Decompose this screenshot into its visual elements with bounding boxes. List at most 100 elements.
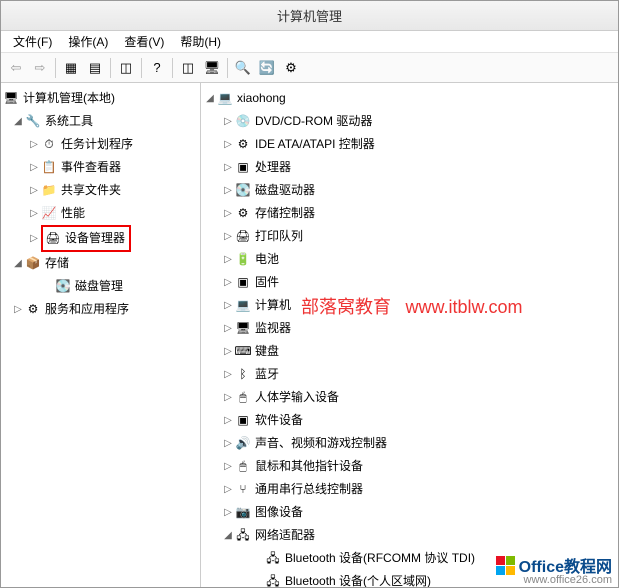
menu-file[interactable]: 文件(F) — [7, 31, 58, 52]
tree-item[interactable]: ▷🖱人体学输入设备 — [203, 386, 616, 409]
tree-label[interactable]: 电池 — [253, 248, 281, 271]
tree-label[interactable]: xiaohong — [235, 87, 288, 110]
expand-icon[interactable]: ▷ — [11, 299, 25, 320]
device-network-adapters[interactable]: ◢ 🖧 网络适配器 — [203, 524, 616, 547]
view-large-button[interactable]: ▦ — [60, 57, 82, 79]
tree-label[interactable]: Bluetooth 设备(RFCOMM 协议 TDI) — [283, 547, 477, 570]
tree-label[interactable]: IDE ATA/ATAPI 控制器 — [253, 133, 377, 156]
tree-item[interactable]: ▷⑂通用串行总线控制器 — [203, 478, 616, 501]
tree-item[interactable]: ▷🔊声音、视频和游戏控制器 — [203, 432, 616, 455]
tree-item[interactable]: ▷💿DVD/CD-ROM 驱动器 — [203, 110, 616, 133]
tree-item[interactable]: ▷ᛒ蓝牙 — [203, 363, 616, 386]
tree-label[interactable]: 鼠标和其他指针设备 — [253, 455, 365, 478]
expand-icon[interactable]: ▷ — [27, 134, 41, 155]
tree-item[interactable]: ▷🖥监视器 — [203, 317, 616, 340]
tree-item[interactable]: ▷💻计算机 — [203, 294, 616, 317]
view-details-button[interactable]: ▤ — [84, 57, 106, 79]
expand-icon[interactable]: ▷ — [221, 134, 235, 155]
tree-item[interactable]: ▷📋事件查看器 — [3, 156, 198, 179]
tree-label[interactable]: 声音、视频和游戏控制器 — [253, 432, 389, 455]
tree-item[interactable]: ▷⏱任务计划程序 — [3, 133, 198, 156]
expand-icon[interactable]: ▷ — [27, 228, 41, 249]
tree-label[interactable]: 通用串行总线控制器 — [253, 478, 365, 501]
expand-icon[interactable]: ▷ — [221, 502, 235, 523]
refresh-button[interactable]: 🔄 — [256, 57, 278, 79]
tree-label[interactable]: 网络适配器 — [253, 524, 317, 547]
expand-icon[interactable]: ▷ — [221, 364, 235, 385]
tree-item[interactable]: ▷▣处理器 — [203, 156, 616, 179]
expand-icon[interactable]: ▷ — [221, 456, 235, 477]
back-button[interactable]: ⇦ — [5, 57, 27, 79]
tree-services[interactable]: ▷ ⚙ 服务和应用程序 — [3, 298, 198, 321]
expand-icon[interactable]: ▷ — [221, 111, 235, 132]
tree-item[interactable]: ▷▣固件 — [203, 271, 616, 294]
expand-icon[interactable]: ▷ — [221, 479, 235, 500]
tree-label[interactable]: 监视器 — [253, 317, 293, 340]
device-root[interactable]: ◢ 💻 xiaohong — [203, 87, 616, 110]
collapse-icon[interactable]: ◢ — [203, 88, 217, 109]
tree-item[interactable]: 🖧Bluetooth 设备(个人区域网) — [203, 570, 616, 587]
tree-item[interactable]: ▷🖨打印队列 — [203, 225, 616, 248]
tree-item[interactable]: ▷🖱鼠标和其他指针设备 — [203, 455, 616, 478]
tree-label[interactable]: 计算机管理(本地) — [21, 87, 117, 110]
tree-root[interactable]: 🖥 计算机管理(本地) — [3, 87, 198, 110]
tree-label[interactable]: 存储控制器 — [253, 202, 317, 225]
tree-item[interactable]: ▷📷图像设备 — [203, 501, 616, 524]
devices-button[interactable]: ⚙ — [280, 57, 302, 79]
menu-action[interactable]: 操作(A) — [62, 31, 114, 52]
expand-icon[interactable]: ▷ — [221, 410, 235, 431]
tree-label[interactable]: 计算机 — [253, 294, 293, 317]
tree-item[interactable]: ▷▣软件设备 — [203, 409, 616, 432]
tree-item[interactable]: ▷⚙存储控制器 — [203, 202, 616, 225]
help-button[interactable]: ? — [146, 57, 168, 79]
tree-label[interactable]: 磁盘管理 — [73, 275, 125, 298]
scan-button[interactable]: 🔍 — [232, 57, 254, 79]
tree-label[interactable]: Bluetooth 设备(个人区域网) — [283, 570, 433, 587]
view-options-button[interactable]: ◫ — [115, 57, 137, 79]
tree-label[interactable]: 任务计划程序 — [59, 133, 135, 156]
expand-icon[interactable]: ▷ — [221, 318, 235, 339]
tree-label[interactable]: 存储 — [43, 252, 71, 275]
tree-label[interactable]: 固件 — [253, 271, 281, 294]
tree-item[interactable]: ▷📁共享文件夹 — [3, 179, 198, 202]
tree-label[interactable]: 图像设备 — [253, 501, 305, 524]
expand-icon[interactable]: ▷ — [27, 157, 41, 178]
tree-item[interactable]: 💽磁盘管理 — [3, 275, 198, 298]
expand-icon[interactable]: ▷ — [221, 341, 235, 362]
expand-icon[interactable]: ▷ — [221, 226, 235, 247]
tree-item[interactable]: 🖧Bluetooth 设备(RFCOMM 协议 TDI) — [203, 547, 616, 570]
tree-label[interactable]: 服务和应用程序 — [43, 298, 131, 321]
tree-label[interactable]: 磁盘驱动器 — [253, 179, 317, 202]
expand-icon[interactable]: ▷ — [221, 249, 235, 270]
show-hidden-button[interactable]: ◫ — [177, 57, 199, 79]
tree-item[interactable]: ▷🔋电池 — [203, 248, 616, 271]
tree-label[interactable]: DVD/CD-ROM 驱动器 — [253, 110, 374, 133]
tree-label[interactable]: 人体学输入设备 — [253, 386, 341, 409]
tree-item[interactable]: ▷📈性能 — [3, 202, 198, 225]
tree-storage[interactable]: ◢ 📦 存储 — [3, 252, 198, 275]
tree-label[interactable]: 设备管理器 — [63, 230, 127, 246]
tree-label[interactable]: 打印队列 — [253, 225, 305, 248]
expand-icon[interactable]: ▷ — [221, 295, 235, 316]
tree-label[interactable]: 软件设备 — [253, 409, 305, 432]
expand-icon[interactable]: ▷ — [221, 272, 235, 293]
tree-label[interactable]: 蓝牙 — [253, 363, 281, 386]
tree-label[interactable]: 共享文件夹 — [59, 179, 123, 202]
tree-item[interactable]: ▷🖨设备管理器 — [3, 225, 198, 252]
expand-icon[interactable]: ▷ — [27, 203, 41, 224]
tree-item[interactable]: ▷💽磁盘驱动器 — [203, 179, 616, 202]
tree-item[interactable]: ▷⚙IDE ATA/ATAPI 控制器 — [203, 133, 616, 156]
menu-help[interactable]: 帮助(H) — [174, 31, 227, 52]
expand-icon[interactable]: ▷ — [221, 180, 235, 201]
forward-button[interactable]: ⇨ — [29, 57, 51, 79]
tree-label[interactable]: 处理器 — [253, 156, 293, 179]
expand-icon[interactable]: ▷ — [221, 433, 235, 454]
tree-label[interactable]: 键盘 — [253, 340, 281, 363]
expand-icon[interactable]: ▷ — [221, 203, 235, 224]
expand-icon[interactable]: ▷ — [221, 157, 235, 178]
expand-icon[interactable]: ▷ — [221, 387, 235, 408]
monitor-button[interactable]: 🖥 — [201, 57, 223, 79]
collapse-icon[interactable]: ◢ — [11, 111, 25, 132]
expand-icon[interactable]: ▷ — [27, 180, 41, 201]
tree-label[interactable]: 事件查看器 — [59, 156, 123, 179]
